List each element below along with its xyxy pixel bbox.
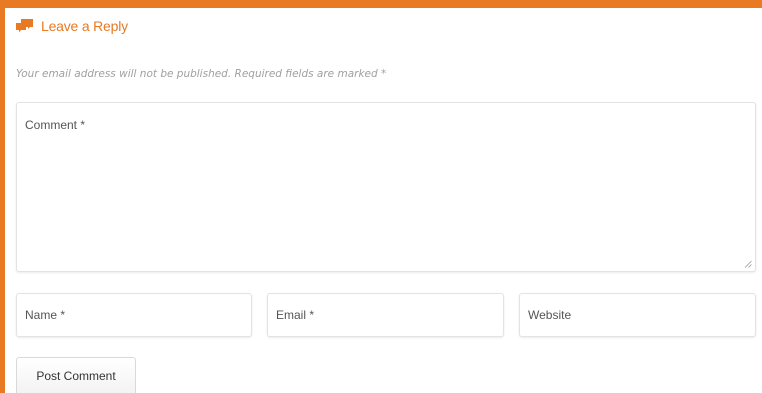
website-field-wrapper — [519, 293, 756, 337]
comment-notes: Your email address will not be published… — [16, 68, 387, 80]
website-input[interactable] — [520, 294, 755, 336]
comment-form-section: Leave a Reply Your email address will no… — [5, 8, 762, 393]
comments-icon — [16, 19, 33, 33]
email-field-wrapper — [267, 293, 504, 337]
comment-field-wrapper — [16, 102, 756, 272]
resize-handle-icon[interactable] — [744, 260, 752, 268]
comment-textarea[interactable] — [17, 103, 755, 271]
name-field-wrapper — [16, 293, 252, 337]
reply-title: Leave a Reply — [41, 18, 128, 34]
name-input[interactable] — [17, 294, 251, 336]
post-comment-button[interactable]: Post Comment — [16, 357, 136, 393]
reply-header: Leave a Reply — [16, 16, 128, 36]
email-input[interactable] — [268, 294, 503, 336]
